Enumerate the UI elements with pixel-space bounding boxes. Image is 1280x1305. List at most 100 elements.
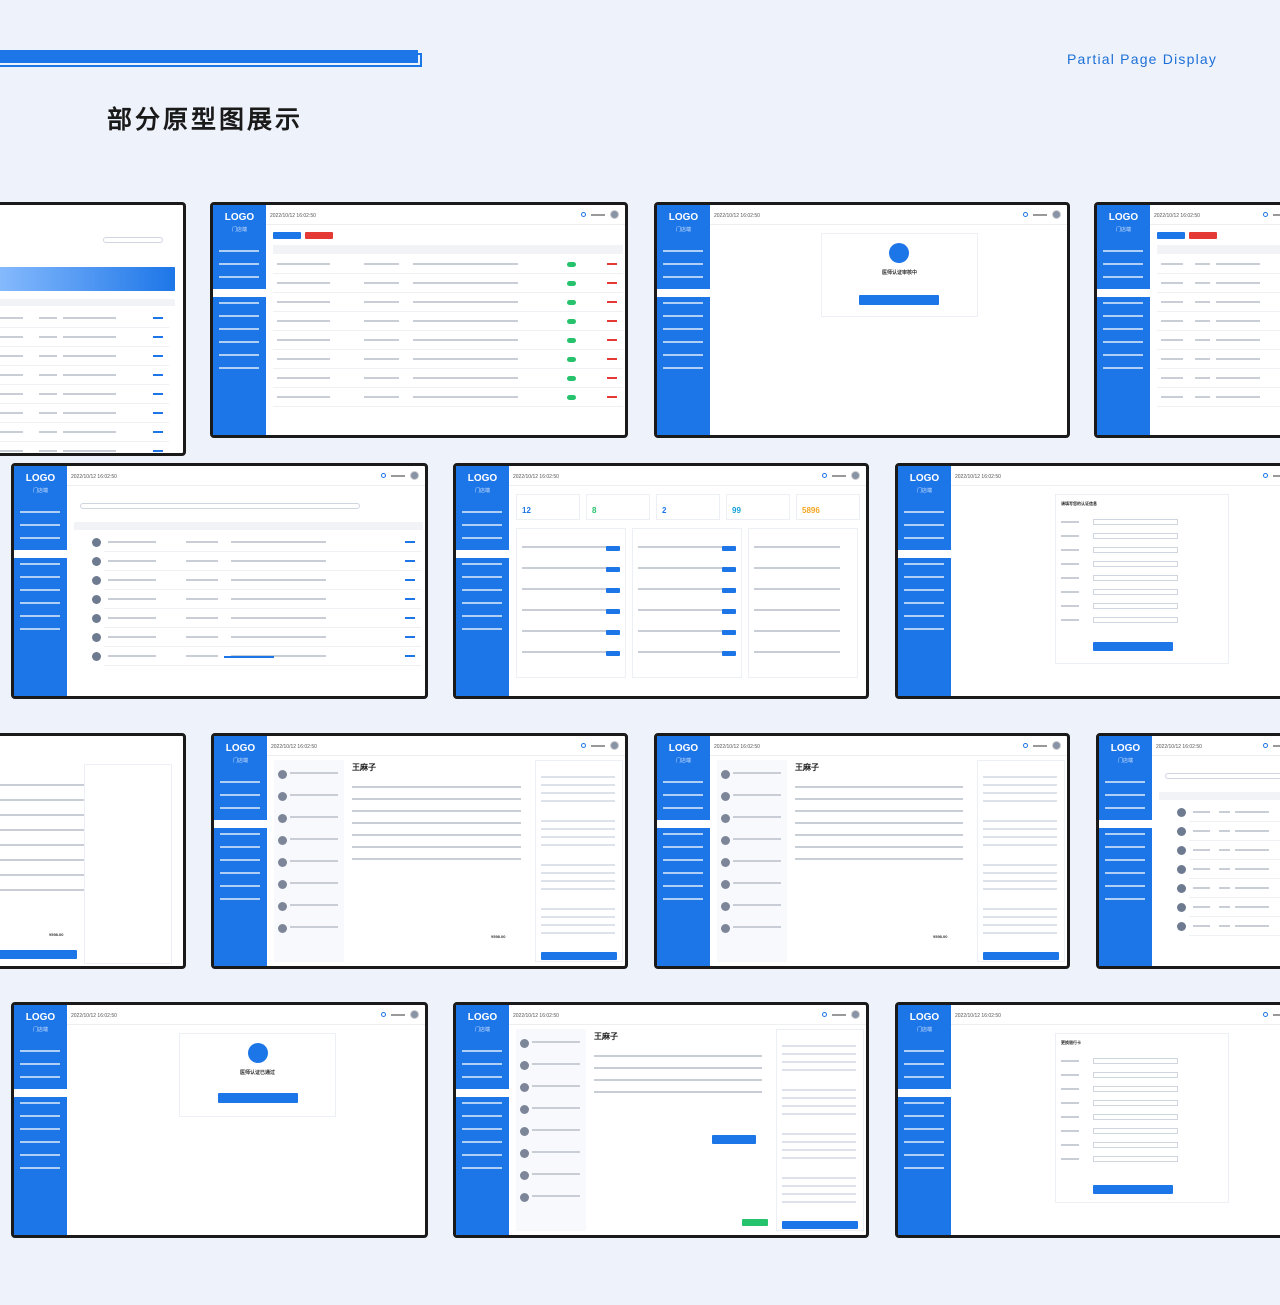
submit-button[interactable] — [1093, 642, 1173, 651]
sidebar-item[interactable] — [220, 781, 260, 783]
status-toggle[interactable] — [567, 300, 576, 305]
sidebar-item[interactable] — [904, 576, 944, 578]
status-toggle[interactable] — [567, 319, 576, 324]
search-icon[interactable] — [1023, 743, 1028, 748]
sidebar-item[interactable] — [1105, 898, 1145, 900]
avatar[interactable] — [410, 471, 419, 480]
sidebar-item[interactable] — [904, 628, 944, 630]
sidebar-item[interactable] — [20, 563, 60, 565]
sidebar-item[interactable] — [462, 511, 502, 513]
search-icon[interactable] — [1263, 473, 1268, 478]
sidebar-item[interactable] — [663, 276, 703, 278]
form-input[interactable] — [1093, 1128, 1178, 1134]
sidebar-item[interactable] — [1103, 354, 1143, 356]
form-input[interactable] — [1093, 1156, 1178, 1162]
sidebar-item[interactable] — [462, 1128, 502, 1130]
row-action-link[interactable] — [405, 598, 415, 600]
sidebar-item[interactable] — [462, 1115, 502, 1117]
reply-button[interactable] — [722, 651, 736, 656]
sidebar-item[interactable] — [462, 576, 502, 578]
form-input[interactable] — [1093, 1100, 1178, 1106]
sidebar-item[interactable] — [1105, 807, 1145, 809]
row-action-link[interactable] — [405, 541, 415, 543]
reply-button[interactable] — [722, 567, 736, 572]
sidebar-item[interactable] — [1105, 846, 1145, 848]
sidebar-item[interactable] — [904, 563, 944, 565]
delete-button[interactable] — [1189, 232, 1217, 239]
sidebar-item[interactable] — [20, 524, 60, 526]
status-toggle[interactable] — [567, 262, 576, 267]
avatar[interactable] — [410, 1010, 419, 1019]
sidebar-item[interactable] — [462, 537, 502, 539]
form-input[interactable] — [1093, 603, 1178, 609]
sidebar-item[interactable] — [20, 615, 60, 617]
sidebar-item[interactable] — [663, 872, 703, 874]
sidebar-item[interactable] — [219, 302, 259, 304]
sidebar-item[interactable] — [663, 250, 703, 252]
sidebar-item[interactable] — [663, 859, 703, 861]
search-icon[interactable] — [381, 1012, 386, 1017]
avatar[interactable] — [1052, 741, 1061, 750]
row-action-link[interactable] — [153, 336, 163, 338]
sidebar-item[interactable] — [462, 563, 502, 565]
sidebar-item[interactable] — [20, 1167, 60, 1169]
form-input[interactable] — [1093, 561, 1178, 567]
prescribe-button[interactable] — [983, 952, 1059, 960]
sidebar-item[interactable] — [20, 1050, 60, 1052]
row-action-link[interactable] — [153, 412, 163, 414]
sidebar-item[interactable] — [214, 820, 267, 828]
search-input[interactable] — [80, 503, 360, 509]
sidebar-item[interactable] — [220, 794, 260, 796]
sidebar-item[interactable] — [219, 315, 259, 317]
sidebar-item[interactable] — [1097, 289, 1150, 297]
sidebar-item[interactable] — [663, 846, 703, 848]
sidebar-item[interactable] — [462, 628, 502, 630]
sidebar-item[interactable] — [663, 781, 703, 783]
user-menu[interactable] — [1273, 213, 1280, 216]
sidebar-item[interactable] — [213, 289, 266, 297]
sidebar-item[interactable] — [20, 1063, 60, 1065]
refresh-button[interactable] — [218, 1093, 298, 1103]
sidebar-item[interactable] — [462, 1050, 502, 1052]
sidebar-item[interactable] — [219, 276, 259, 278]
row-action-link[interactable] — [153, 450, 163, 452]
form-input[interactable] — [1093, 589, 1178, 595]
sidebar-item[interactable] — [1103, 367, 1143, 369]
sidebar-item[interactable] — [220, 859, 260, 861]
sidebar-item[interactable] — [1105, 794, 1145, 796]
user-menu[interactable] — [391, 1013, 405, 1016]
sidebar-item[interactable] — [904, 1076, 944, 1078]
form-input[interactable] — [1093, 1142, 1178, 1148]
search-icon[interactable] — [1263, 1012, 1268, 1017]
form-input[interactable] — [1093, 1058, 1178, 1064]
search-icon[interactable] — [1263, 743, 1268, 748]
sidebar-item[interactable] — [663, 885, 703, 887]
user-menu[interactable] — [591, 744, 605, 747]
submit-button[interactable] — [1093, 1185, 1173, 1194]
prescribe-button[interactable] — [782, 1221, 858, 1229]
reply-button[interactable] — [722, 630, 736, 635]
sidebar-item[interactable] — [20, 602, 60, 604]
sidebar-item[interactable] — [904, 1154, 944, 1156]
user-menu[interactable] — [1033, 213, 1047, 216]
sidebar-item[interactable] — [219, 354, 259, 356]
sidebar-item[interactable] — [220, 807, 260, 809]
sidebar-item[interactable] — [20, 1076, 60, 1078]
sidebar-item[interactable] — [462, 1063, 502, 1065]
search-icon[interactable] — [581, 743, 586, 748]
form-input[interactable] — [1093, 533, 1178, 539]
reply-button[interactable] — [606, 630, 620, 635]
sidebar-item[interactable] — [663, 341, 703, 343]
sidebar-item[interactable] — [663, 367, 703, 369]
print-button[interactable] — [0, 950, 77, 959]
sidebar-item[interactable] — [904, 537, 944, 539]
sidebar-item[interactable] — [219, 328, 259, 330]
row-action-link[interactable] — [607, 339, 617, 341]
reply-button[interactable] — [606, 651, 620, 656]
sidebar-item[interactable] — [1099, 820, 1152, 828]
search-input[interactable] — [1165, 773, 1280, 779]
sidebar-item[interactable] — [898, 550, 951, 558]
row-action-link[interactable] — [405, 617, 415, 619]
sidebar-item[interactable] — [904, 1063, 944, 1065]
sidebar-item[interactable] — [462, 1076, 502, 1078]
